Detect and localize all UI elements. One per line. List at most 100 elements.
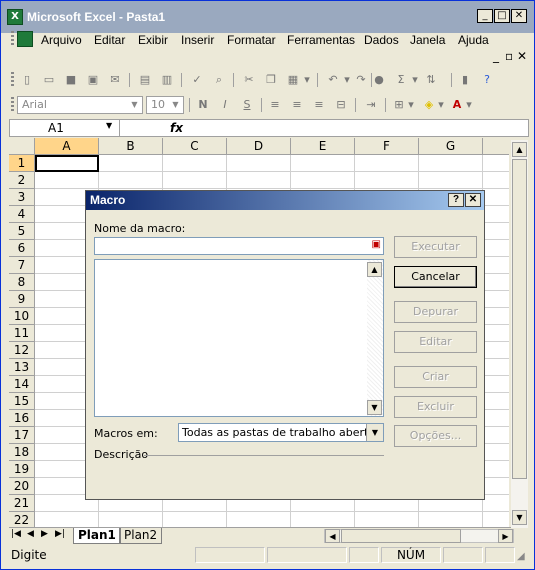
step-into-button[interactable]: Depurar — [394, 301, 477, 323]
new-icon[interactable]: ▯ — [19, 72, 35, 88]
chevron-down-icon[interactable]: ▼ — [366, 424, 383, 441]
create-button[interactable]: Criar — [394, 366, 477, 388]
select-all-corner[interactable] — [9, 138, 35, 155]
menu-dados[interactable]: Dados — [364, 33, 399, 47]
redo-icon[interactable]: ↷ — [353, 72, 369, 88]
menu-janela[interactable]: Janela — [410, 33, 445, 47]
save-icon[interactable]: ■ — [63, 72, 79, 88]
row-header-7[interactable]: 7 — [9, 257, 35, 274]
row-header-21[interactable]: 21 — [9, 495, 35, 512]
row-header-5[interactable]: 5 — [9, 223, 35, 240]
row-header-11[interactable]: 11 — [9, 325, 35, 342]
scroll-down-icon[interactable]: ▼ — [367, 400, 382, 415]
underline-icon[interactable]: S — [239, 97, 255, 113]
macro-name-input[interactable]: ▣ — [94, 237, 384, 255]
macro-list[interactable]: ▲ ▼ — [94, 259, 384, 417]
sort-icon[interactable]: ⇅ — [423, 72, 439, 88]
spelling-icon[interactable]: ✓ — [189, 72, 205, 88]
column-header-A[interactable]: A — [35, 138, 99, 155]
scroll-up-icon[interactable]: ▲ — [512, 142, 527, 157]
print-icon[interactable]: ▤ — [137, 72, 153, 88]
macros-in-select[interactable]: Todas as pastas de trabalho abertas ▼ — [178, 423, 384, 442]
fill-color-icon[interactable]: ◈ — [421, 97, 437, 113]
toolbar-grip[interactable] — [11, 72, 14, 88]
borders-icon[interactable]: ⊞ — [391, 97, 407, 113]
column-header-C[interactable]: C — [163, 138, 227, 155]
row-header-4[interactable]: 4 — [9, 206, 35, 223]
paste-dropdown-icon[interactable]: ▾ — [303, 72, 311, 88]
fx-icon[interactable]: fx — [170, 121, 183, 135]
email-icon[interactable]: ✉ — [107, 72, 123, 88]
row-header-14[interactable]: 14 — [9, 376, 35, 393]
menu-inserir[interactable]: Inserir — [181, 33, 214, 47]
chevron-down-icon[interactable]: ▼ — [169, 98, 182, 112]
next-sheet-icon[interactable]: ▶ — [41, 529, 48, 539]
column-header-partial[interactable] — [483, 138, 509, 155]
toolbar-grip[interactable] — [11, 31, 14, 47]
menu-exibir[interactable]: Exibir — [138, 33, 168, 47]
row-header-12[interactable]: 12 — [9, 342, 35, 359]
column-header-E[interactable]: E — [291, 138, 355, 155]
font-name-combo[interactable]: Arial ▼ — [17, 96, 143, 114]
column-header-B[interactable]: B — [99, 138, 163, 155]
autosum-dropdown-icon[interactable]: ▾ — [411, 72, 419, 88]
sheet-tab-plan2[interactable]: Plan2 — [119, 528, 163, 544]
workbook-icon[interactable] — [17, 31, 33, 47]
row-header-15[interactable]: 15 — [9, 393, 35, 410]
menu-ferramentas[interactable]: Ferramentas — [287, 33, 355, 47]
chevron-down-icon[interactable]: ▼ — [128, 98, 141, 112]
bold-icon[interactable]: N — [195, 97, 211, 113]
merge-center-icon[interactable]: ⊟ — [333, 97, 349, 113]
autosum-icon[interactable]: Σ — [393, 72, 409, 88]
open-icon[interactable]: ▭ — [41, 72, 57, 88]
active-cell-A1[interactable] — [35, 155, 99, 172]
font-color-dropdown-icon[interactable]: ▾ — [465, 97, 473, 113]
hscroll-thumb[interactable] — [341, 529, 461, 543]
scroll-down-icon[interactable]: ▼ — [512, 510, 527, 525]
chart-wizard-icon[interactable]: ▮ — [457, 72, 473, 88]
print-preview-icon[interactable]: ▥ — [159, 72, 175, 88]
close-icon[interactable]: ✕ — [465, 193, 481, 207]
row-header-3[interactable]: 3 — [9, 189, 35, 206]
edit-button[interactable]: Editar — [394, 331, 477, 353]
align-left-icon[interactable]: ≡ — [267, 97, 283, 113]
research-icon[interactable]: ⌕ — [211, 72, 227, 88]
font-color-icon[interactable]: A — [449, 97, 465, 113]
scroll-right-icon[interactable]: ▶ — [498, 529, 513, 543]
row-header-8[interactable]: 8 — [9, 274, 35, 291]
row-header-10[interactable]: 10 — [9, 308, 35, 325]
chevron-down-icon[interactable]: ▼ — [106, 121, 112, 130]
fill-color-dropdown-icon[interactable]: ▾ — [437, 97, 445, 113]
last-sheet-icon[interactable]: ▶| — [55, 529, 65, 539]
list-scrollbar[interactable]: ▲ ▼ — [367, 260, 383, 416]
scroll-up-icon[interactable]: ▲ — [367, 262, 382, 277]
row-header-19[interactable]: 19 — [9, 461, 35, 478]
italic-icon[interactable]: I — [217, 97, 233, 113]
column-header-D[interactable]: D — [227, 138, 291, 155]
menu-editar[interactable]: Editar — [94, 33, 125, 47]
font-size-combo[interactable]: 10 ▼ — [146, 96, 184, 114]
borders-dropdown-icon[interactable]: ▾ — [407, 97, 415, 113]
undo-icon[interactable]: ↶ — [325, 72, 341, 88]
menu-formatar[interactable]: Formatar — [227, 33, 276, 47]
scroll-left-icon[interactable]: ◀ — [325, 529, 340, 543]
delete-button[interactable]: Excluir — [394, 396, 477, 418]
help-icon[interactable]: ? — [448, 193, 464, 207]
vertical-scrollbar[interactable]: ▲ ▼ — [511, 140, 528, 528]
sheet-tab-plan1[interactable]: Plan1 — [73, 528, 121, 544]
row-header-17[interactable]: 17 — [9, 427, 35, 444]
undo-dropdown-icon[interactable]: ▾ — [343, 72, 351, 88]
hyperlink-icon[interactable]: ● — [371, 72, 387, 88]
row-header-16[interactable]: 16 — [9, 410, 35, 427]
permission-icon[interactable]: ▣ — [85, 72, 101, 88]
prev-sheet-icon[interactable]: ◀ — [27, 529, 34, 539]
scroll-thumb[interactable] — [512, 159, 527, 479]
column-header-G[interactable]: G — [419, 138, 483, 155]
maximize-button[interactable]: □ — [494, 9, 510, 23]
toolbar-grip[interactable] — [11, 97, 14, 113]
close-button[interactable]: ✕ — [511, 9, 527, 23]
row-header-22[interactable]: 22 — [9, 512, 35, 528]
resize-grip-icon[interactable]: ◢ — [517, 547, 525, 567]
row-header-6[interactable]: 6 — [9, 240, 35, 257]
run-button[interactable]: Executar — [394, 236, 477, 258]
